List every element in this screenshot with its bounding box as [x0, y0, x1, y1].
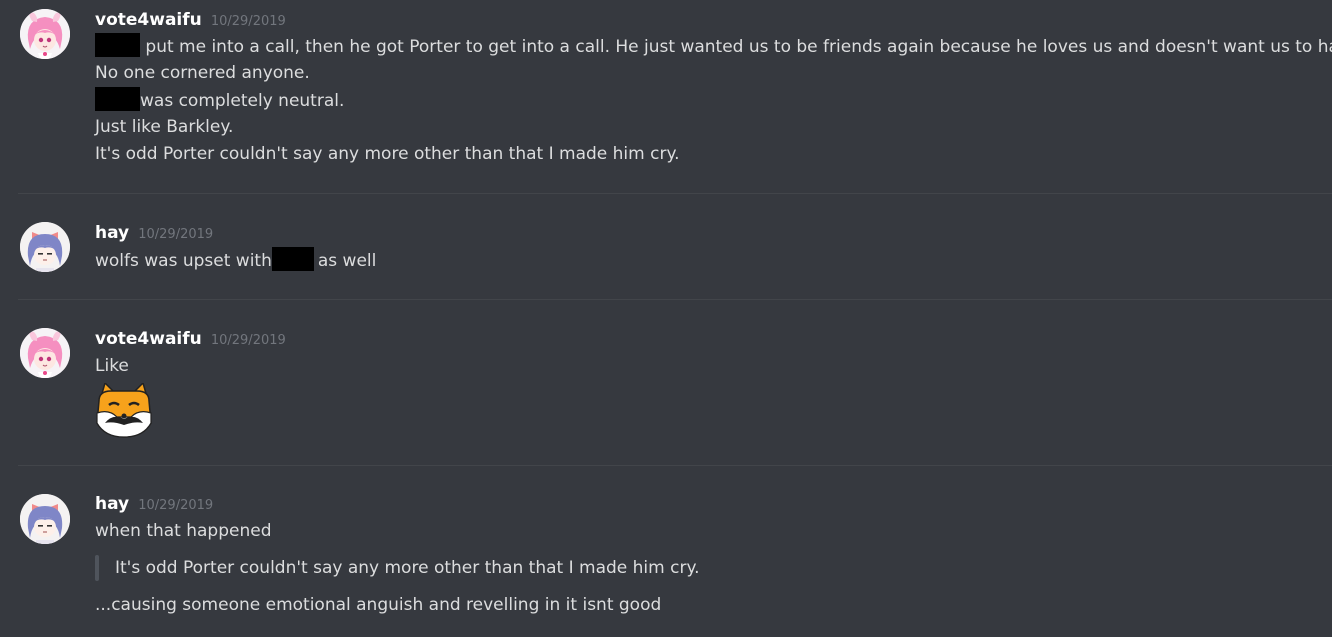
- username[interactable]: hay: [95, 223, 129, 243]
- timestamp[interactable]: 10/29/2019: [138, 498, 213, 513]
- timestamp[interactable]: 10/29/2019: [211, 14, 286, 29]
- message-line: was completely neutral.: [95, 87, 344, 115]
- username[interactable]: vote4waifu: [95, 329, 202, 349]
- message-line: when that happened: [95, 521, 272, 541]
- username[interactable]: hay: [95, 494, 129, 514]
- message-text: wolfs was upset with: [95, 251, 272, 271]
- avatar-vote4waifu[interactable]: [20, 328, 70, 378]
- timestamp[interactable]: 10/29/2019: [211, 333, 286, 348]
- blockquote-text: It's odd Porter couldn't say any more ot…: [115, 558, 700, 578]
- message-header: vote4waifu 10/29/2019: [95, 10, 286, 34]
- message-line: put me into a call, then he got Porter t…: [95, 33, 1332, 61]
- message-text: as well: [317, 251, 377, 271]
- avatar-hay[interactable]: [20, 494, 70, 544]
- redaction-box: [95, 87, 140, 111]
- avatar-vote4waifu[interactable]: [20, 9, 70, 59]
- message-header: hay 10/29/2019: [95, 223, 213, 247]
- message-divider: [18, 193, 1332, 194]
- message-line: It's odd Porter couldn't say any more ot…: [95, 144, 680, 164]
- message-line: Like: [95, 356, 129, 376]
- message-line: wolfs was upset with as well: [95, 247, 376, 275]
- message-header: vote4waifu 10/29/2019: [95, 329, 286, 353]
- message-header: hay 10/29/2019: [95, 494, 213, 518]
- message-divider: [18, 465, 1332, 466]
- message-line: No one cornered anyone.: [95, 63, 310, 83]
- redaction-box: [95, 33, 140, 57]
- message-divider: [18, 299, 1332, 300]
- message-line: Just like Barkley.: [95, 117, 234, 137]
- message-text: was completely neutral.: [140, 91, 345, 111]
- redaction-box: [271, 247, 314, 271]
- fox-mustache-emoji[interactable]: [95, 381, 153, 443]
- blockquote-bar: [95, 555, 99, 581]
- avatar-hay[interactable]: [20, 222, 70, 272]
- message-text: put me into a call, then he got Porter t…: [145, 37, 1332, 57]
- username[interactable]: vote4waifu: [95, 10, 202, 30]
- timestamp[interactable]: 10/29/2019: [138, 227, 213, 242]
- message-line: ...causing someone emotional anguish and…: [95, 595, 662, 615]
